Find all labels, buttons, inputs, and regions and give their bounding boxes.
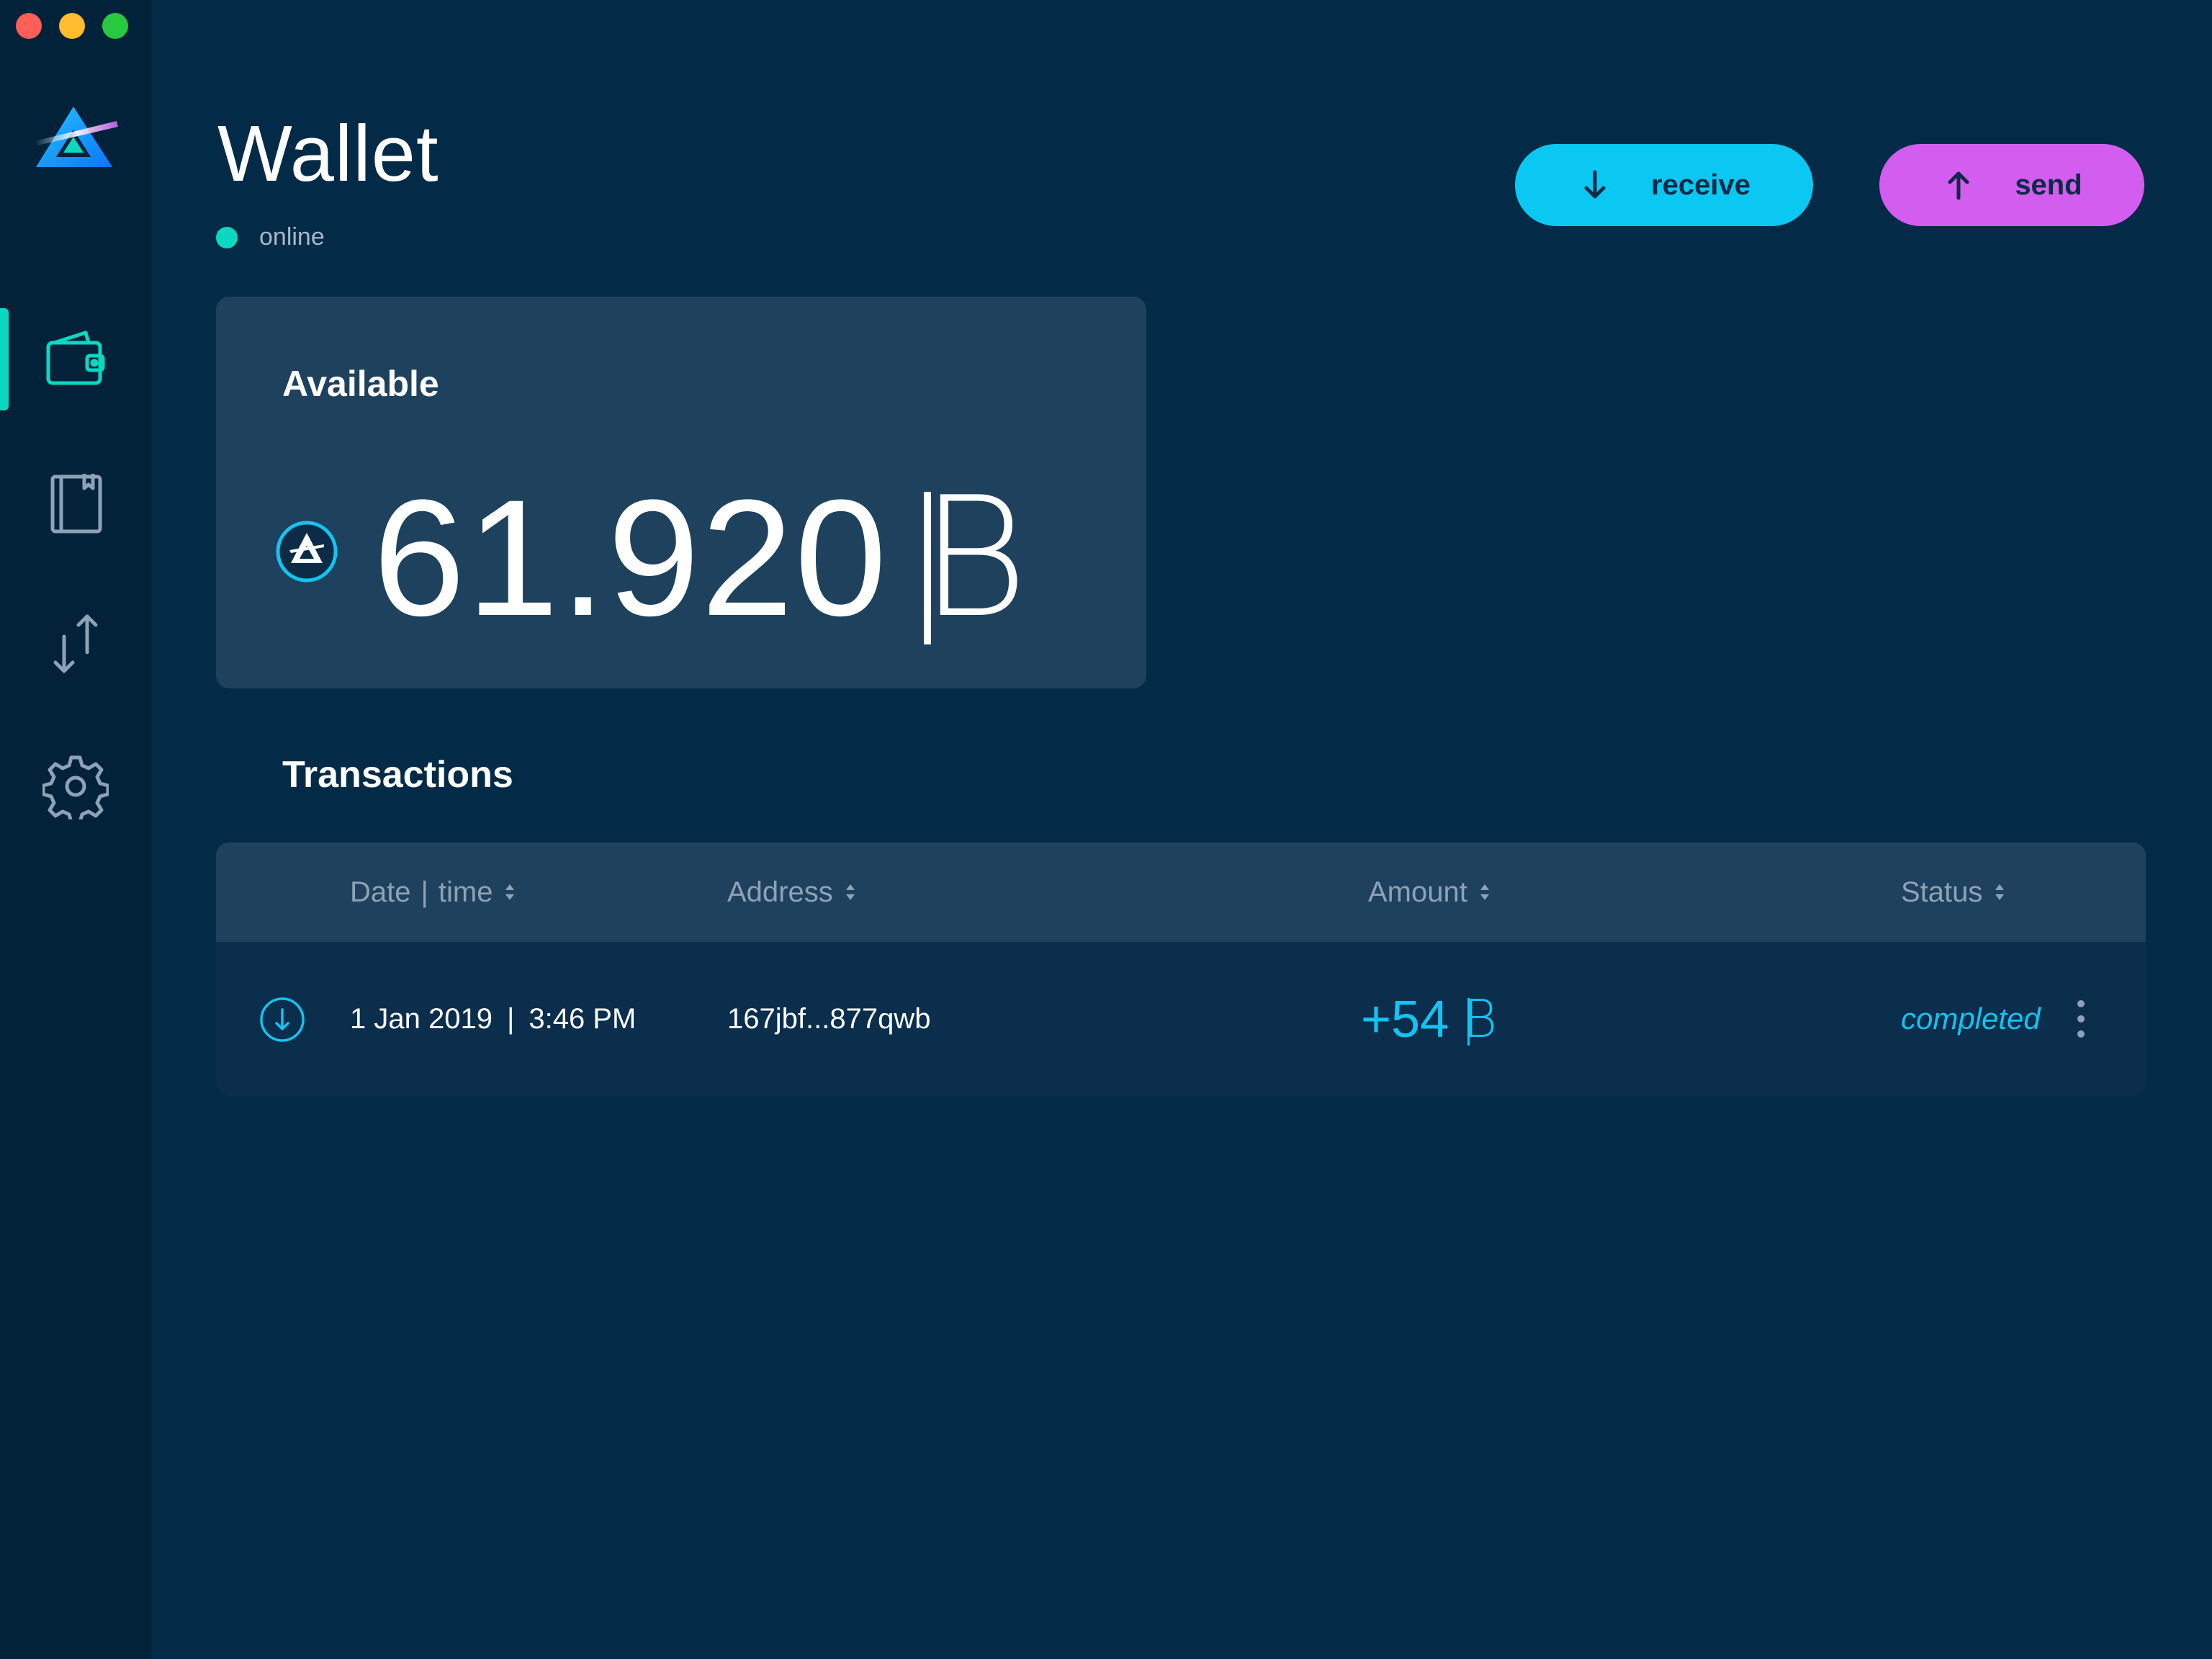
transactions-title: Transactions <box>282 754 513 796</box>
arrow-down-icon <box>1584 170 1606 199</box>
send-button[interactable]: send <box>1879 144 2144 226</box>
connection-status: online <box>216 223 325 251</box>
column-header-status[interactable]: Status <box>1901 842 2007 942</box>
connection-status-label: online <box>259 223 325 251</box>
balance-value: 61.920 <box>373 465 889 650</box>
transaction-amount: +54 B <box>1361 942 1497 1096</box>
close-window-button[interactable] <box>16 13 42 39</box>
sort-icon <box>1480 884 1489 900</box>
column-header-status-label: Status <box>1901 876 1983 908</box>
transaction-amount-value-wrap: +54 B <box>1361 989 1497 1049</box>
table-row[interactable]: 1 Jan 2019 | 3:46 PM 167jbf...877qwb +54… <box>216 942 2146 1096</box>
sidebar-item-wallet[interactable] <box>0 308 151 412</box>
transaction-date: 1 Jan 2019 <box>350 1002 493 1035</box>
receive-button[interactable]: receive <box>1515 144 1813 226</box>
column-header-date: Date <box>350 876 411 908</box>
notebook-icon <box>50 474 102 534</box>
available-label: Available <box>282 364 439 404</box>
transaction-status: completed <box>1901 942 2041 1096</box>
maximize-window-button[interactable] <box>102 13 128 39</box>
window-controls <box>16 13 128 39</box>
minimize-window-button[interactable] <box>59 13 85 39</box>
beam-symbol-bar <box>924 492 931 644</box>
available-balance-card: Available 61.920 B <box>216 297 1146 688</box>
transaction-time: 3:46 PM <box>529 1002 637 1035</box>
wallet-icon <box>46 331 105 385</box>
table-header: Date | time Address Amount Status <box>216 842 2146 942</box>
column-separator: | <box>421 876 428 908</box>
sort-icon <box>845 884 855 900</box>
gear-icon <box>42 755 109 819</box>
sidebar-item-settings[interactable] <box>0 734 151 838</box>
arrow-up-icon <box>1948 171 1969 200</box>
transfer-arrows-icon <box>53 614 98 673</box>
transaction-address[interactable]: 167jbf...877qwb <box>727 942 930 1096</box>
beam-currency-symbol: B <box>1463 989 1497 1049</box>
status-badge: completed <box>1901 1002 2041 1035</box>
column-header-address-label: Address <box>727 876 833 908</box>
transactions-table: Date | time Address Amount Status 1 Jan … <box>216 842 2146 1096</box>
online-status-dot-icon <box>216 226 238 248</box>
beam-currency-symbol: B <box>920 462 1030 655</box>
date-time-separator: | <box>506 1002 515 1035</box>
sidebar-item-address-book[interactable] <box>0 451 151 554</box>
sidebar <box>0 0 151 1659</box>
beam-symbol-bar <box>1467 997 1470 1046</box>
sort-icon <box>1995 884 2005 900</box>
column-header-amount-label: Amount <box>1368 876 1467 908</box>
column-header-address[interactable]: Address <box>727 842 858 942</box>
balance-amount: 61.920 B <box>373 462 1030 655</box>
send-button-label: send <box>2015 168 2082 201</box>
transaction-amount-value: +54 <box>1361 991 1449 1048</box>
page-title: Wallet <box>217 109 439 198</box>
column-header-date-time[interactable]: Date | time <box>350 842 517 942</box>
beam-symbol-letter: B <box>920 462 1030 655</box>
incoming-transaction-icon <box>260 997 305 1042</box>
beam-logo-icon <box>35 107 118 167</box>
receive-button-label: receive <box>1651 168 1750 201</box>
transaction-date-time: 1 Jan 2019 | 3:46 PM <box>350 942 636 1096</box>
sidebar-item-utxo[interactable] <box>0 592 151 696</box>
column-header-amount[interactable]: Amount <box>1368 842 1492 942</box>
beam-coin-icon <box>276 521 338 583</box>
more-options-icon[interactable] <box>2067 992 2095 1046</box>
app-window: Wallet online receive send Available 61.… <box>0 0 2212 1659</box>
column-header-time: time <box>438 876 493 908</box>
sort-icon <box>505 884 515 900</box>
